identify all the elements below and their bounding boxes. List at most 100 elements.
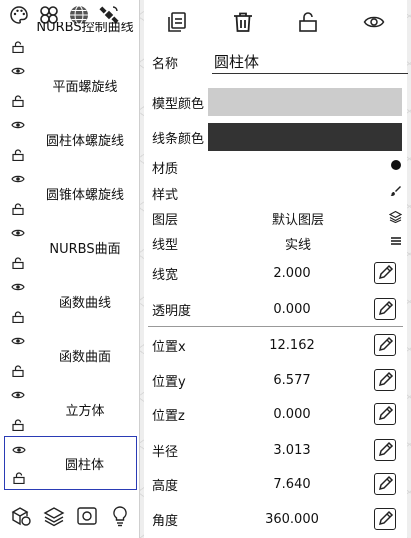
height-value: 7.640 — [273, 476, 311, 492]
eye-icon[interactable] — [11, 388, 25, 402]
list-item[interactable]: 函数曲线 — [4, 274, 138, 328]
property-toolbar — [144, 4, 407, 40]
menu-lines-icon — [386, 235, 402, 251]
radius-row: 半径 3.013 — [152, 436, 402, 464]
style-label: 样式 — [152, 187, 179, 203]
layer-value: 默认图层 — [271, 212, 324, 228]
lock-open-icon[interactable] — [12, 257, 24, 269]
list-item-label: 圆柱体 — [64, 457, 104, 473]
list-item[interactable]: 立方体 — [4, 382, 138, 436]
lock-open-icon[interactable] — [13, 472, 25, 484]
edit-icon — [378, 475, 394, 491]
lock-open-icon[interactable] — [12, 95, 24, 107]
edit-radius-button[interactable] — [374, 439, 396, 461]
lock-open-icon[interactable] — [12, 41, 24, 53]
list-item-label: 函数曲线 — [58, 295, 111, 311]
bulb-icon[interactable] — [109, 505, 131, 527]
camera-icon[interactable] — [76, 505, 98, 527]
eye-icon[interactable] — [363, 11, 385, 33]
list-item-label: 平面螺旋线 — [52, 79, 118, 95]
edit-opacity-button[interactable] — [374, 298, 396, 320]
linewidth-value: 2.000 — [273, 265, 311, 281]
linetype-label: 线型 — [152, 237, 179, 253]
object-list: NURBS控制曲线 平面螺旋线 圆柱体螺旋线 圆锥体螺旋线 NURBS曲面 函数… — [0, 22, 140, 490]
eye-icon[interactable] — [11, 334, 25, 348]
bottom-tab-bar — [0, 494, 140, 538]
eye-icon[interactable] — [11, 64, 25, 78]
list-item-label: 立方体 — [65, 403, 105, 419]
model-color-row: 模型颜色 — [152, 88, 402, 116]
name-input[interactable] — [212, 50, 408, 74]
list-item[interactable]: 圆锥体螺旋线 — [4, 166, 138, 220]
layer-row[interactable]: 图层 默认图层 — [152, 207, 403, 229]
material-dot-icon — [386, 159, 402, 175]
eye-icon[interactable] — [11, 172, 25, 186]
height-row: 高度 7.640 — [152, 470, 402, 498]
pos-y-label: 位置y — [152, 374, 186, 390]
lock-open-icon[interactable] — [297, 11, 319, 33]
edit-linewidth-button[interactable] — [374, 262, 396, 284]
lock-open-icon[interactable] — [12, 419, 24, 431]
pos-y-value: 6.577 — [273, 372, 311, 388]
list-item[interactable]: NURBS控制曲线 — [4, 22, 138, 58]
property-panel: 名称 模型颜色 线条颜色 材质 样式 图层 默认图层 线型 实线 — [144, 0, 408, 538]
radius-label: 半径 — [152, 444, 179, 460]
edit-pos-x-button[interactable] — [374, 334, 396, 356]
list-item-label: NURBS控制曲线 — [36, 22, 134, 35]
edit-icon — [378, 510, 394, 526]
list-item-selected[interactable]: 圆柱体 — [4, 436, 137, 490]
trash-icon[interactable] — [232, 11, 254, 33]
name-label: 名称 — [152, 56, 179, 72]
list-item[interactable]: 函数曲面 — [4, 328, 138, 382]
style-row[interactable]: 样式 — [152, 182, 402, 204]
opacity-row: 透明度 0.000 — [152, 295, 402, 323]
pos-z-row: 位置z 0.000 — [152, 400, 402, 428]
copy-icon[interactable] — [166, 11, 188, 33]
list-item[interactable]: 平面螺旋线 — [4, 58, 138, 112]
model-color-swatch[interactable] — [208, 88, 402, 116]
lock-open-icon[interactable] — [12, 311, 24, 323]
shapes-icon[interactable] — [10, 505, 32, 527]
eye-icon[interactable] — [11, 118, 25, 132]
lock-open-icon[interactable] — [12, 149, 24, 161]
linewidth-label: 线宽 — [152, 267, 179, 283]
angle-label: 角度 — [152, 513, 179, 529]
eye-icon[interactable] — [11, 280, 25, 294]
radius-value: 3.013 — [273, 442, 311, 458]
layers-icon[interactable] — [43, 505, 65, 527]
pos-x-label: 位置x — [152, 339, 186, 355]
list-item-label: 圆柱体螺旋线 — [45, 133, 124, 149]
linewidth-row: 线宽 2.000 — [152, 259, 402, 287]
eye-icon[interactable] — [12, 443, 26, 457]
layers-icon — [386, 210, 403, 227]
lock-open-icon[interactable] — [12, 365, 24, 377]
layer-label: 图层 — [152, 212, 179, 228]
edit-pos-z-button[interactable] — [374, 403, 396, 425]
model-color-label: 模型颜色 — [152, 96, 205, 112]
angle-row: 角度 360.000 — [152, 505, 402, 533]
list-item-label: NURBS曲面 — [49, 241, 121, 257]
edit-icon — [378, 405, 394, 421]
section-divider — [148, 326, 403, 327]
linetype-value: 实线 — [284, 237, 311, 253]
opacity-label: 透明度 — [152, 303, 192, 319]
pos-y-row: 位置y 6.577 — [152, 366, 402, 394]
linetype-row[interactable]: 线型 实线 — [152, 232, 402, 254]
list-item-label: 圆锥体螺旋线 — [45, 187, 124, 203]
edit-height-button[interactable] — [374, 473, 396, 495]
edit-pos-y-button[interactable] — [374, 369, 396, 391]
edit-icon — [378, 336, 394, 352]
name-row: 名称 — [152, 50, 408, 74]
pos-x-value: 12.162 — [269, 337, 315, 353]
eye-icon[interactable] — [11, 226, 25, 240]
line-color-swatch[interactable] — [208, 123, 402, 151]
lock-open-icon[interactable] — [12, 203, 24, 215]
list-item[interactable]: 圆柱体螺旋线 — [4, 112, 138, 166]
list-item[interactable]: NURBS曲面 — [4, 220, 138, 274]
edit-angle-button[interactable] — [374, 508, 396, 530]
line-color-label: 线条颜色 — [152, 131, 205, 147]
material-row[interactable]: 材质 — [152, 156, 402, 178]
angle-value: 360.000 — [265, 511, 319, 527]
opacity-value: 0.000 — [273, 301, 311, 317]
edit-icon — [378, 300, 394, 316]
